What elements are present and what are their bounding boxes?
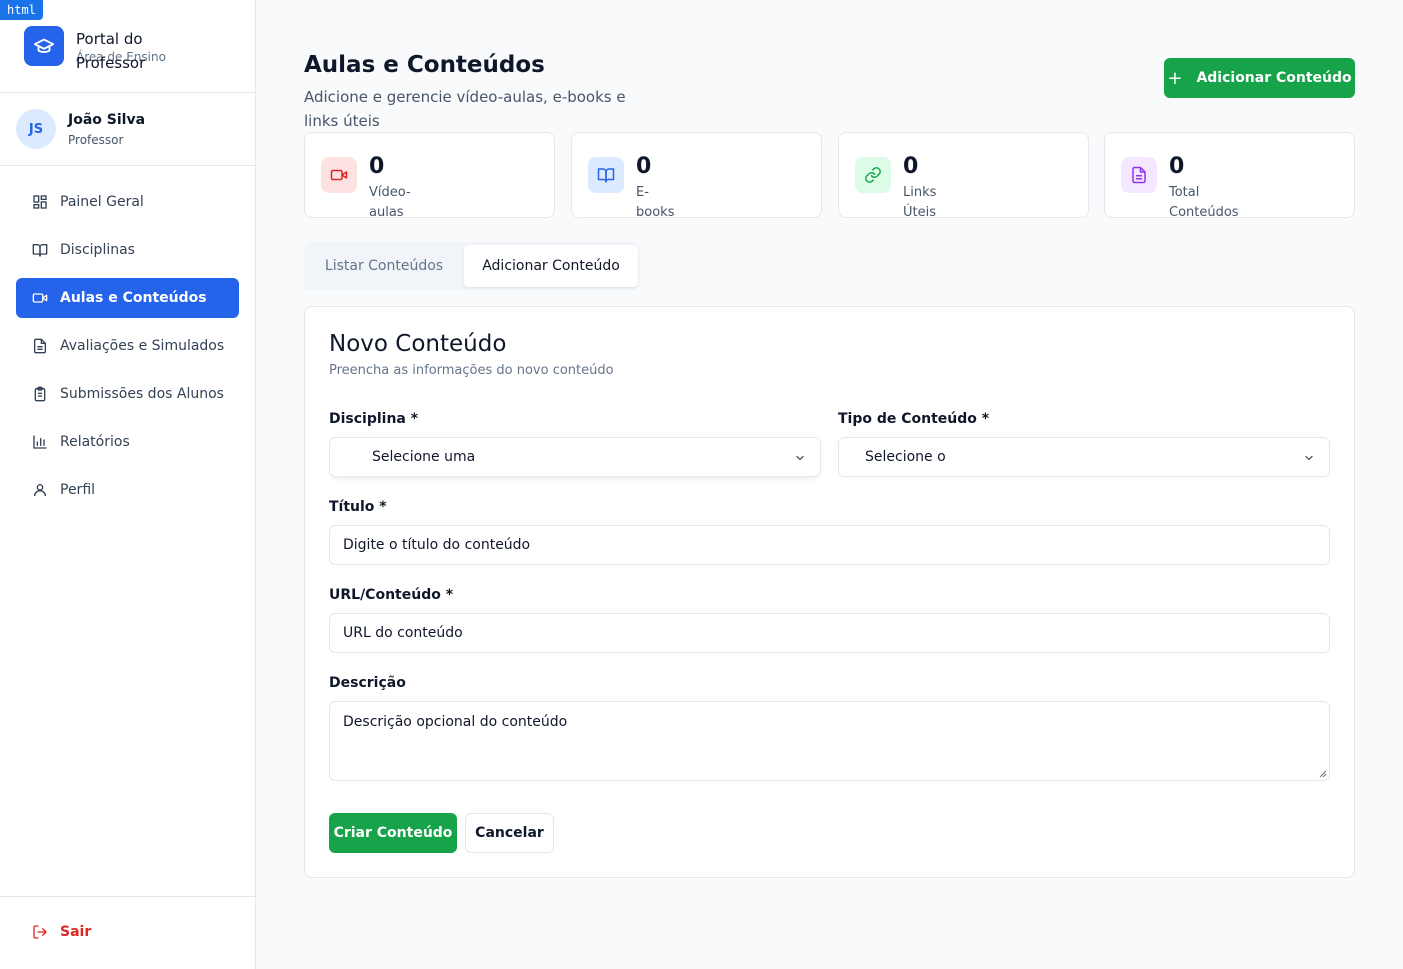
stat-value: 0 [636, 154, 652, 179]
descricao-placeholder: Descrição opcional do conteúdo [343, 714, 568, 730]
document-icon [1121, 157, 1157, 193]
book-icon [588, 157, 624, 193]
tipo-value: Selecione o [865, 449, 946, 465]
page-title: Aulas e Conteúdos [304, 52, 545, 78]
titulo-input[interactable]: Digite o título do conteúdo [329, 525, 1330, 565]
sidebar-item-perfil[interactable]: Perfil [16, 470, 239, 510]
plus-icon: + [1167, 67, 1183, 89]
logout-icon [33, 925, 47, 939]
sidebar-item-label: Submissões dos Alunos [60, 386, 224, 402]
titulo-placeholder: Digite o título do conteúdo [343, 537, 531, 553]
sidebar-nav: Painel Geral Disciplinas Aulas e Conteúd… [16, 182, 239, 518]
tipo-label: Tipo de Conteúdo * [838, 411, 990, 427]
sidebar: Área de Ensino Portal do Professor JS Jo… [0, 0, 256, 969]
stat-label: Links Úteis [903, 185, 937, 220]
sidebar-item-relatorios[interactable]: Relatórios [16, 422, 239, 462]
descricao-textarea[interactable]: Descrição opcional do conteúdo [329, 701, 1330, 781]
video-icon [32, 293, 48, 303]
document-icon [34, 338, 46, 354]
resize-handle-icon[interactable] [1319, 770, 1327, 778]
book-icon [32, 244, 48, 257]
tab-listar-conteudos[interactable]: Listar Conteúdos [304, 242, 464, 290]
form-subtitle: Preencha as informações do novo conteúdo [329, 363, 614, 378]
disciplina-value: Selecione uma [372, 449, 476, 465]
stat-card-video-aulas: 0 Vídeo-aulas [304, 132, 555, 220]
sidebar-item-label: Relatórios [60, 434, 130, 450]
url-input[interactable]: URL do conteúdo [329, 613, 1330, 653]
sidebar-item-aulas-conteudos[interactable]: Aulas e Conteúdos [16, 278, 239, 318]
stat-label: Total Conteúdos [1169, 185, 1239, 220]
stat-card-ebooks: 0 E-books [571, 132, 822, 220]
stat-value: 0 [903, 154, 919, 179]
chevron-down-icon [1305, 455, 1313, 461]
user-info: JS João Silva Professor [0, 93, 255, 166]
video-icon [321, 157, 357, 193]
logout-label: Sair [60, 924, 92, 940]
create-content-button[interactable]: Criar Conteúdo [329, 813, 457, 853]
stat-label: E-books [636, 185, 675, 220]
sidebar-item-label: Disciplinas [60, 242, 135, 258]
descricao-label: Descrição [329, 675, 406, 691]
chevron-down-icon [796, 455, 804, 461]
avatar: JS [16, 109, 56, 149]
user-icon [34, 484, 46, 497]
dashboard-icon [33, 195, 47, 209]
user-name: João Silva [68, 112, 146, 128]
tab-adicionar-conteudo[interactable]: Adicionar Conteúdo [464, 245, 638, 287]
sidebar-item-label: Avaliações e Simulados [60, 338, 225, 354]
logout-button[interactable]: Sair [32, 924, 91, 940]
url-label: URL/Conteúdo * [329, 587, 454, 603]
clipboard-icon [34, 386, 46, 402]
form-title: Novo Conteúdo [329, 331, 507, 357]
page-subtitle: Adicione e gerencie vídeo-aulas, e-books… [304, 88, 626, 130]
user-role: Professor [68, 133, 124, 147]
sidebar-item-label: Aulas e Conteúdos [60, 290, 207, 306]
sidebar-item-painel-geral[interactable]: Painel Geral [16, 182, 239, 222]
sidebar-item-label: Painel Geral [60, 194, 144, 210]
content-tabs: Listar Conteúdos Adicionar Conteúdo [304, 242, 639, 290]
bar-chart-icon [33, 435, 47, 449]
sidebar-footer: Sair [0, 896, 255, 969]
new-content-form: Novo Conteúdo Preencha as informações do… [304, 306, 1355, 878]
url-placeholder: URL do conteúdo [343, 625, 463, 641]
link-icon [855, 157, 891, 193]
sidebar-item-avaliacoes[interactable]: Avaliações e Simulados [16, 326, 239, 366]
stat-value: 0 [369, 154, 385, 179]
disciplina-label: Disciplina * [329, 411, 419, 427]
sidebar-item-submissoes[interactable]: Submissões dos Alunos [16, 374, 239, 414]
sidebar-item-disciplinas[interactable]: Disciplinas [16, 230, 239, 270]
cancel-button[interactable]: Cancelar [465, 813, 554, 853]
titulo-label: Título * [329, 499, 387, 515]
stat-value: 0 [1169, 154, 1185, 179]
html-badge: html [0, 0, 43, 20]
add-content-label: Adicionar Conteúdo [1196, 70, 1352, 86]
add-content-button[interactable]: + Adicionar Conteúdo [1164, 58, 1355, 98]
graduation-cap-icon [24, 26, 64, 66]
stat-card-links: 0 Links Úteis [838, 132, 1089, 220]
stat-card-total: 0 Total Conteúdos [1104, 132, 1355, 220]
disciplina-select[interactable]: Selecione uma [329, 437, 821, 477]
sidebar-item-label: Perfil [60, 482, 96, 498]
brand-title: Portal do Professor [76, 30, 146, 72]
tipo-select[interactable]: Selecione o [838, 437, 1330, 477]
stat-label: Vídeo-aulas [369, 185, 411, 220]
